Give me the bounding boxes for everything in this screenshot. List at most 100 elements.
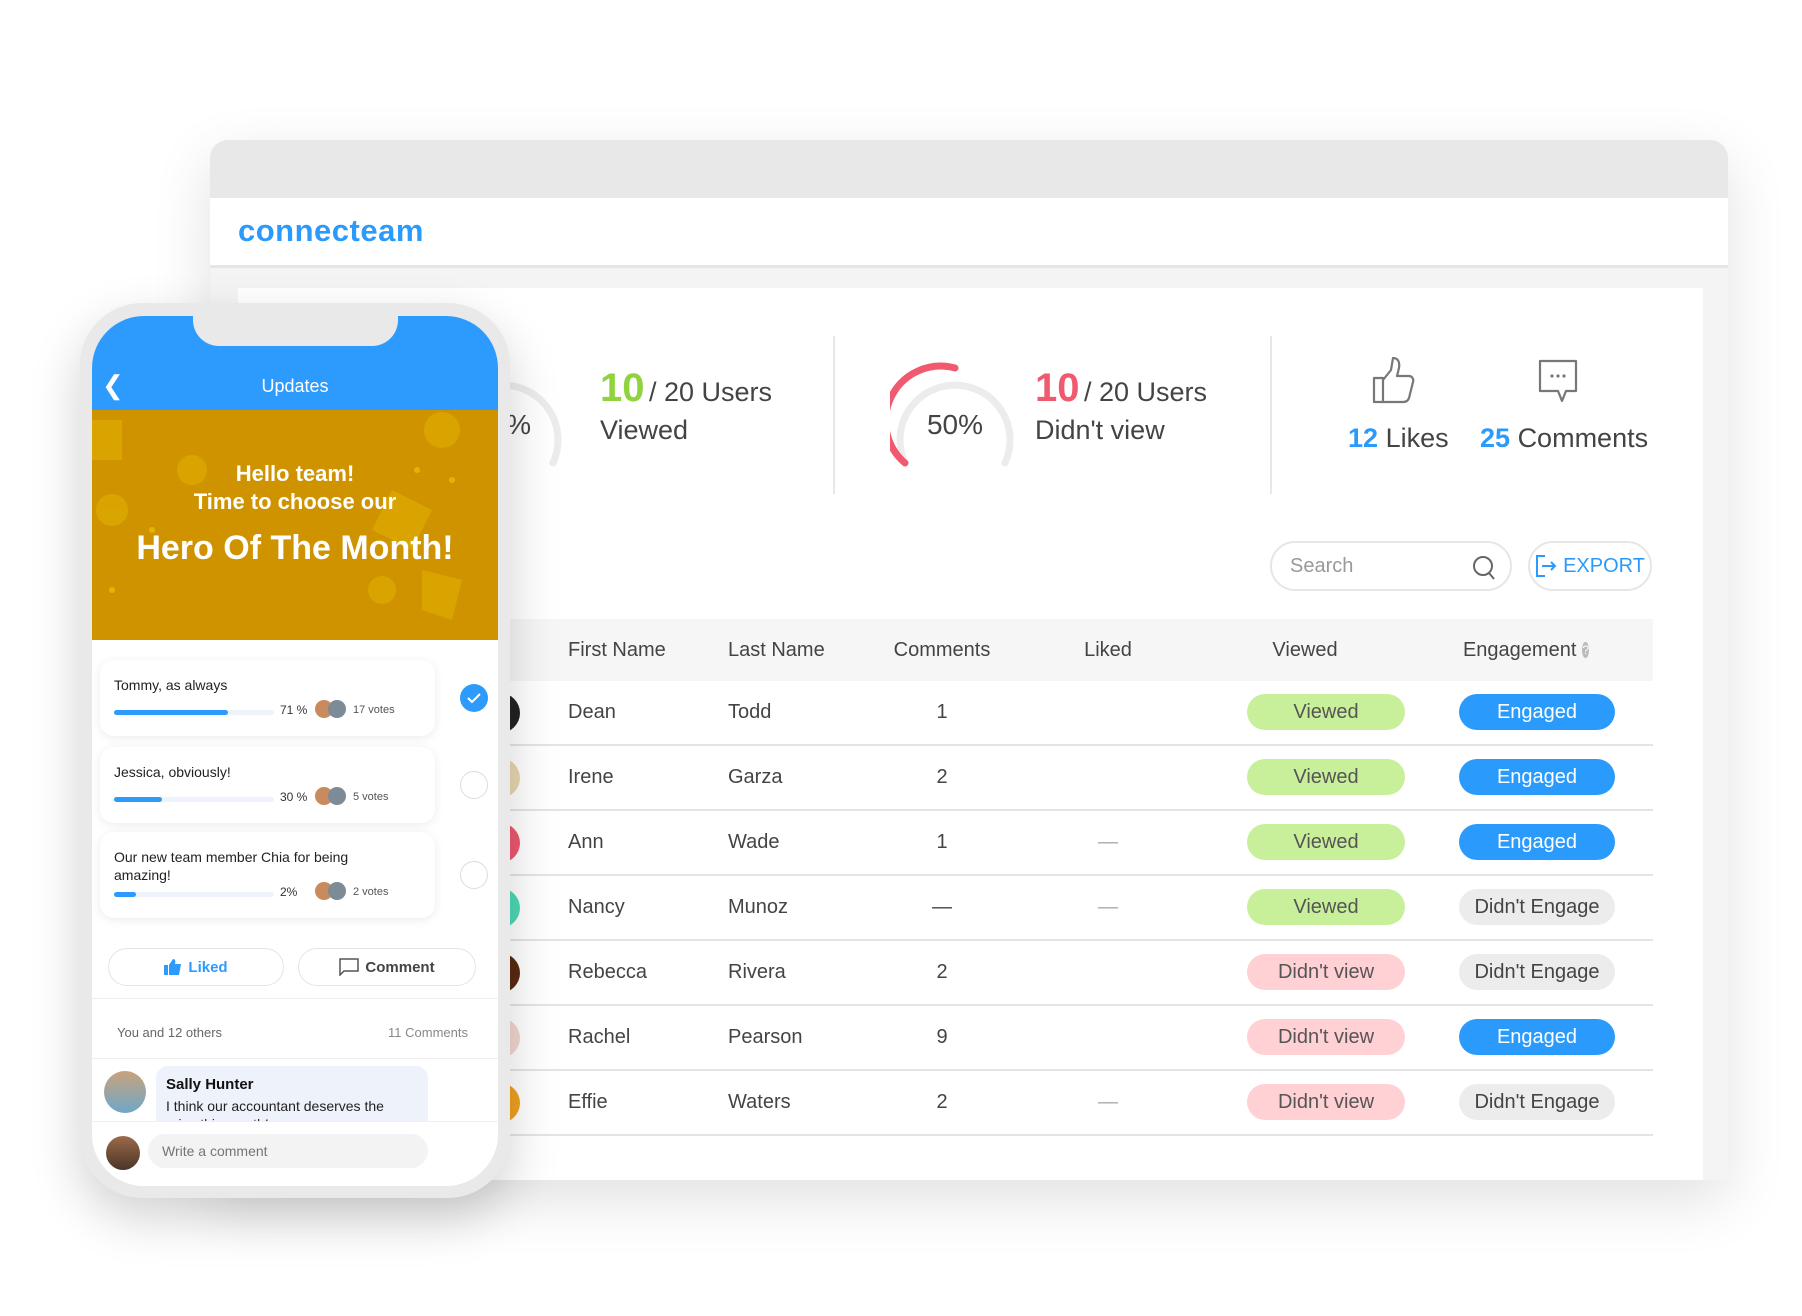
phone-notch bbox=[193, 316, 398, 346]
first-name: Rachel bbox=[568, 1026, 631, 1048]
hero-banner: Hello team! Time to choose our Hero Of T… bbox=[92, 410, 498, 640]
engagement-badge: Didn't Engage bbox=[1459, 889, 1615, 925]
not-viewed-gauge: 50% bbox=[890, 362, 1014, 467]
last-name: Waters bbox=[728, 1091, 791, 1113]
comment-icon bbox=[339, 958, 360, 976]
viewed-label: Viewed bbox=[600, 415, 689, 445]
selected-check-icon[interactable] bbox=[460, 684, 488, 712]
divider bbox=[92, 1058, 498, 1059]
phone-screen: ❮ Updates Hello team! Time to choose our… bbox=[92, 316, 498, 1186]
comment-input[interactable] bbox=[148, 1134, 428, 1168]
poll-radio[interactable] bbox=[460, 861, 488, 889]
col-viewed-label: Viewed bbox=[1272, 639, 1338, 661]
col-liked-label: Liked bbox=[1084, 639, 1132, 661]
liked-value: — bbox=[1098, 896, 1118, 918]
not-viewed-percent: 50% bbox=[927, 409, 983, 440]
engagement-badge: Didn't Engage bbox=[1459, 1084, 1615, 1120]
app-header: connecteam bbox=[210, 198, 1728, 268]
liked-label: Liked bbox=[188, 958, 228, 976]
poll-votes: 2 votes bbox=[353, 886, 389, 898]
poll-option[interactable]: Tommy, as always 71 % 17 votes bbox=[100, 660, 435, 736]
poll-option[interactable]: Our new team member Chia for being amazi… bbox=[100, 832, 435, 918]
engagement-badge: Engaged bbox=[1459, 759, 1615, 795]
viewed-badge: Didn't view bbox=[1247, 954, 1405, 990]
col-last-name[interactable]: Last Name bbox=[728, 639, 825, 662]
connecteam-logo[interactable]: connecteam bbox=[238, 213, 424, 249]
comments-stat: 25 Comments bbox=[1480, 423, 1648, 454]
table-header: First Name Last Name Comments Liked View… bbox=[505, 619, 1653, 681]
likes-label: Likes bbox=[1385, 423, 1449, 453]
poll-option[interactable]: Jessica, obviously! 30 % 5 votes bbox=[100, 747, 435, 823]
first-name: Effie bbox=[568, 1091, 608, 1113]
window-titlebar bbox=[210, 140, 1728, 198]
table-row[interactable]: Nancy Munoz — — Viewed Didn't Engage bbox=[480, 876, 1653, 941]
first-name: Ann bbox=[568, 831, 604, 853]
poll-progress-fill bbox=[114, 797, 162, 802]
poll-votes: 17 votes bbox=[353, 704, 395, 716]
thumbs-up-filled-icon bbox=[164, 959, 182, 975]
viewed-badge: Viewed bbox=[1247, 759, 1405, 795]
table-row[interactable]: Effie Waters 2 — Didn't view Didn't Enga… bbox=[480, 1071, 1653, 1136]
export-button[interactable]: EXPORT bbox=[1528, 541, 1652, 591]
viewed-total: / 20 Users bbox=[648, 377, 772, 407]
banner-line2: Time to choose our bbox=[193, 489, 397, 514]
poll-percent: 71 % bbox=[280, 703, 308, 717]
poll-percent: 30 % bbox=[280, 790, 308, 804]
search-box[interactable] bbox=[1270, 541, 1512, 591]
viewed-stat: 10 / 20 Users Viewed bbox=[600, 366, 772, 446]
comments-summary[interactable]: 11 Comments bbox=[388, 1025, 468, 1040]
not-viewed-label: Didn't view bbox=[1035, 415, 1165, 445]
updates-title: Updates bbox=[261, 376, 329, 396]
poll-radio[interactable] bbox=[460, 771, 488, 799]
engagement-badge: Engaged bbox=[1459, 824, 1615, 860]
comments-count: 9 bbox=[936, 1026, 948, 1048]
first-name: Irene bbox=[568, 766, 614, 788]
phone-mockup: ❮ Updates Hello team! Time to choose our… bbox=[80, 303, 510, 1198]
export-label: EXPORT bbox=[1563, 554, 1645, 577]
last-name: Pearson bbox=[728, 1026, 803, 1048]
banner-line1: Hello team! bbox=[235, 461, 355, 486]
liked-value: — bbox=[1098, 831, 1118, 853]
viewed-badge: Didn't view bbox=[1247, 1019, 1405, 1055]
viewed-badge: Didn't view bbox=[1247, 1084, 1405, 1120]
comments-count: 2 bbox=[936, 1091, 948, 1113]
last-name: Garza bbox=[728, 766, 783, 788]
table-row[interactable]: Ann Wade 1 — Viewed Engaged bbox=[480, 811, 1653, 876]
table-row[interactable]: Dean Todd 1 Viewed Engaged bbox=[480, 681, 1653, 746]
comment-bubble-icon bbox=[1538, 359, 1578, 403]
poll-option-text: Jessica, obviously! bbox=[114, 764, 231, 780]
not-viewed-stat: 10 / 20 Users Didn't view bbox=[1035, 366, 1207, 446]
first-name: Dean bbox=[568, 701, 616, 723]
poll-votes: 5 votes bbox=[353, 791, 389, 803]
col-comments-label: Comments bbox=[893, 639, 991, 661]
comments-count: 2 bbox=[936, 961, 948, 983]
comments-count: 2 bbox=[936, 766, 948, 788]
first-name: Rebecca bbox=[568, 961, 647, 983]
liked-value: — bbox=[1098, 1091, 1118, 1113]
search-input[interactable] bbox=[1272, 543, 1462, 589]
poll-option-text: Our new team member Chia for being amazi… bbox=[114, 849, 349, 883]
not-viewed-total: / 20 Users bbox=[1083, 377, 1207, 407]
table-row[interactable]: Rebecca Rivera 2 Didn't view Didn't Enga… bbox=[480, 941, 1653, 1006]
comment-button[interactable]: Comment bbox=[298, 948, 476, 986]
help-icon[interactable]: ? bbox=[1582, 642, 1590, 658]
table-row[interactable]: Irene Garza 2 Viewed Engaged bbox=[480, 746, 1653, 811]
poll-option-text: Tommy, as always bbox=[114, 677, 228, 693]
last-name: Todd bbox=[728, 701, 772, 723]
viewed-badge: Viewed bbox=[1247, 694, 1405, 730]
likes-count: 12 bbox=[1348, 423, 1379, 453]
comments-count: 1 bbox=[936, 831, 948, 853]
last-name: Wade bbox=[728, 831, 780, 853]
last-name: Munoz bbox=[728, 896, 789, 918]
comment-label: Comment bbox=[365, 958, 435, 976]
liked-button[interactable]: Liked bbox=[108, 948, 284, 986]
engagement-badge: Didn't Engage bbox=[1459, 954, 1615, 990]
comment-author: Sally Hunter bbox=[166, 1076, 254, 1093]
likes-summary[interactable]: You and 12 others bbox=[117, 1025, 222, 1040]
table-row[interactable]: Rachel Pearson 9 Didn't view Engaged bbox=[480, 1006, 1653, 1071]
col-first-name[interactable]: First Name bbox=[568, 639, 666, 662]
divider bbox=[833, 336, 835, 494]
search-icon[interactable] bbox=[1472, 555, 1496, 581]
engagement-badge: Engaged bbox=[1459, 1019, 1615, 1055]
poll-progress-fill bbox=[114, 710, 228, 715]
